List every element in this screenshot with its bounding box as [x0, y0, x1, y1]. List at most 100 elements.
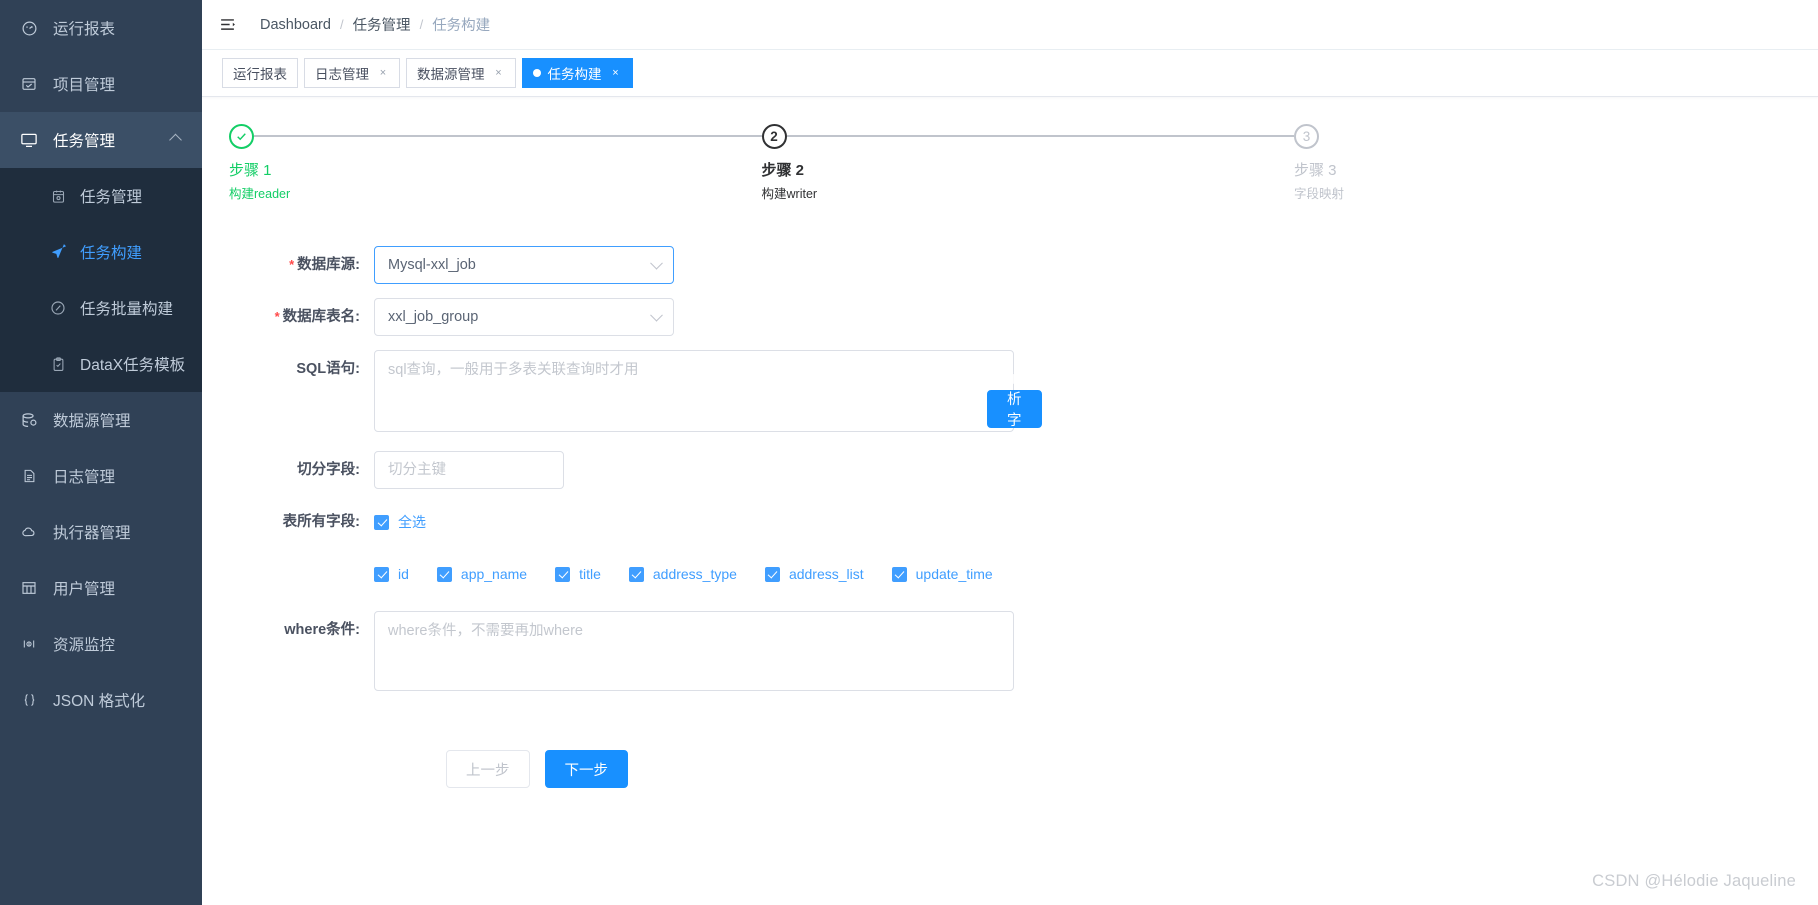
sidebar-item-执行器管理[interactable]: 执行器管理: [0, 504, 202, 560]
checkbox-label: app_name: [460, 566, 528, 582]
sidebar-item-运行报表[interactable]: 运行报表: [0, 0, 202, 56]
parse-fields-button[interactable]: 解析字段: [987, 371, 1042, 450]
step-title: 步骤 1: [229, 162, 272, 179]
checkbox-box-icon: [891, 566, 907, 582]
sidebar-item-label: 项目管理: [53, 77, 116, 94]
sidebar-item-数据源管理[interactable]: 数据源管理: [0, 392, 202, 448]
document-icon: [18, 467, 40, 485]
step-1-head: [229, 123, 762, 149]
checkbox-field-address_type[interactable]: address_type: [628, 555, 737, 593]
checkbox-field-app_name[interactable]: app_name: [436, 555, 528, 593]
checkbox-label: id: [398, 566, 409, 582]
breadcrumb-item-任务构建: 任务构建: [432, 18, 491, 34]
form-row-table: * 数据库表名: xxl_job_group: [224, 298, 1792, 336]
all-fields-label: 表所有字段:: [282, 514, 360, 530]
sidebar-item-项目管理[interactable]: 项目管理: [0, 56, 202, 112]
sidebar: 运行报表 项目管理 任务管理 任务管理 任务构建 任务批量构建 DataX任务模…: [0, 0, 202, 905]
sidebar-item-label: 执行器管理: [53, 525, 131, 542]
split-label: 切分字段:: [297, 462, 360, 478]
sidebar-item-label: JSON 格式化: [53, 693, 146, 710]
step-3-body: 步骤 3 字段映射: [1294, 149, 1354, 204]
sidebar-item-label: 数据源管理: [53, 413, 131, 430]
checkbox-field-address_list[interactable]: address_list: [764, 555, 864, 593]
form-footer-buttons: 上一步 下一步: [446, 750, 1792, 788]
monitor-icon: [18, 131, 40, 149]
dashboard-icon: [18, 19, 40, 37]
tab-label: 日志管理: [315, 67, 369, 82]
checkbox-box-icon: [374, 566, 389, 582]
sidebar-item-label: 任务管理: [53, 133, 116, 150]
sidebar-item-任务管理[interactable]: 任务管理: [0, 168, 202, 224]
sql-textarea[interactable]: [374, 350, 1014, 432]
sidebar-item-资源监控[interactable]: 资源监控: [0, 616, 202, 672]
close-icon[interactable]: ×: [610, 67, 622, 79]
split-key-input[interactable]: [374, 451, 564, 489]
chevron-down-icon: [650, 256, 663, 270]
form-row-datasource: * 数据库源: Mysql-xxl_job: [224, 246, 1792, 284]
sidebar-item-任务构建[interactable]: 任务构建: [0, 224, 202, 280]
close-icon[interactable]: ×: [377, 67, 389, 79]
datasource-value: Mysql-xxl_job: [388, 257, 476, 273]
checkbox-field-update_time[interactable]: update_time: [891, 555, 993, 593]
tab-日志管理[interactable]: 日志管理 ×: [304, 58, 400, 88]
step-description: 字段映射: [1294, 187, 1345, 201]
checkbox-label: title: [579, 566, 601, 582]
checkbox-field-title[interactable]: title: [555, 555, 601, 593]
breadcrumb-item-任务管理[interactable]: 任务管理: [353, 14, 411, 35]
tags-view: 运行报表 日志管理 × 数据源管理 × 任务构建 ×: [202, 50, 1818, 97]
tab-label: 运行报表: [233, 67, 287, 82]
split-control: [374, 451, 564, 489]
table-value: xxl_job_group: [388, 309, 479, 325]
form-row-sql: SQL语句: 解析字段: [224, 350, 1792, 450]
breadcrumb: Dashboard / 任务管理 / 任务构建: [260, 14, 490, 35]
checkbox-box-icon: [436, 566, 452, 582]
required-marker: *: [274, 309, 280, 324]
hamburger-icon[interactable]: [216, 14, 238, 36]
step-3-circle: 3: [1294, 123, 1319, 149]
sidebar-item-日志管理[interactable]: 日志管理: [0, 448, 202, 504]
all-fields-control: 全选 id app_name title address_type addres…: [374, 503, 1021, 593]
form-row-split: 切分字段:: [224, 451, 1792, 489]
checkbox-field-id[interactable]: id: [374, 555, 409, 593]
checkbox-box-icon: [555, 566, 571, 582]
step-2-circle: 2: [761, 123, 787, 149]
breadcrumb-item-dashboard[interactable]: Dashboard: [260, 17, 331, 33]
table-control: xxl_job_group: [374, 298, 674, 336]
checkbox-select-all[interactable]: 全选: [374, 503, 426, 541]
tab-数据源管理[interactable]: 数据源管理 ×: [406, 58, 516, 88]
close-icon[interactable]: ×: [493, 67, 505, 79]
chevron-down-icon: [650, 308, 663, 322]
required-marker: *: [289, 257, 295, 272]
reader-build-form: * 数据库源: Mysql-xxl_job * 数据库表名: xxl_job_g…: [224, 246, 1792, 788]
app-root: 运行报表 项目管理 任务管理 任务管理 任务构建 任务批量构建 DataX任务模…: [0, 0, 1818, 905]
checkbox-label: address_type: [652, 566, 737, 582]
tab-label: 任务构建: [547, 67, 602, 82]
sidebar-item-DataX任务模板[interactable]: DataX任务模板: [0, 336, 202, 392]
sidebar-item-label: DataX任务模板: [80, 357, 186, 374]
next-step-button[interactable]: 下一步: [544, 750, 628, 788]
template-icon: [48, 355, 68, 373]
sidebar-item-任务批量构建[interactable]: 任务批量构建: [0, 280, 202, 336]
tab-任务构建[interactable]: 任务构建 ×: [521, 58, 633, 88]
tab-运行报表[interactable]: 运行报表: [222, 58, 298, 88]
datasource-select[interactable]: Mysql-xxl_job: [374, 246, 674, 284]
calendar-icon: [48, 187, 68, 205]
sidebar-item-JSON格式化[interactable]: JSON 格式化: [0, 672, 202, 728]
project-icon: [18, 75, 40, 93]
sql-control: 解析字段: [374, 350, 1042, 450]
prev-step-button[interactable]: 上一步: [446, 750, 530, 788]
steps-indicator: 步骤 1 构建reader 2 步骤 2 构建writer 3 步骤 3 字段映…: [229, 119, 1354, 204]
step-description: 构建reader: [229, 187, 291, 201]
checkbox-box-icon: [374, 514, 389, 530]
step-1-circle: [229, 123, 254, 149]
checkbox-box-icon: [764, 566, 780, 582]
table-select[interactable]: xxl_job_group: [374, 298, 674, 336]
sidebar-item-任务管理-parent[interactable]: 任务管理: [0, 112, 202, 168]
watermark: CSDN @Hélodie Jaqueline: [1592, 872, 1796, 890]
step-title: 步骤 2: [761, 162, 805, 179]
batch-icon: [48, 299, 68, 317]
sidebar-submenu-任务管理: 任务管理 任务构建 任务批量构建 DataX任务模板: [0, 168, 202, 392]
where-textarea[interactable]: [374, 611, 1014, 691]
sidebar-item-用户管理[interactable]: 用户管理: [0, 560, 202, 616]
chevron-up-icon: [169, 133, 182, 147]
